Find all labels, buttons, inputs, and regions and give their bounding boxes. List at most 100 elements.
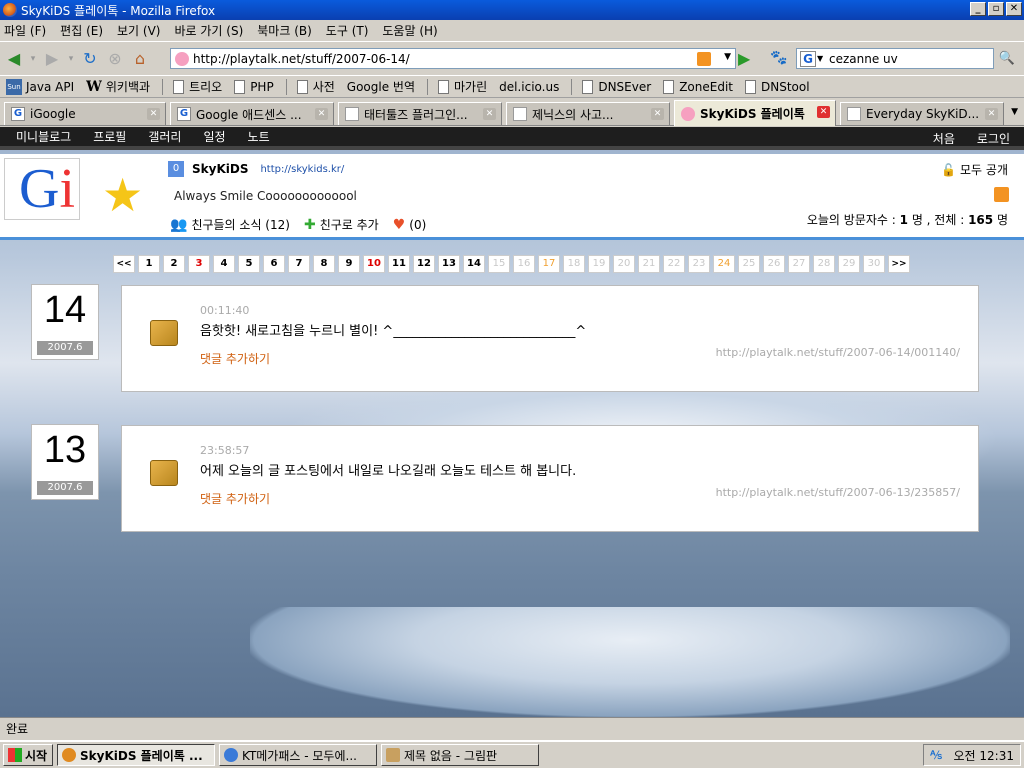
pager-day[interactable]: 9 [338, 255, 360, 273]
forward-arrow-icon[interactable]: ▶ [41, 48, 63, 70]
friends-news-link[interactable]: 👥 친구들의 소식 (12) [170, 216, 290, 233]
tab-skykids-playtalk[interactable]: SkyKiDS 플레이톡 ✕ [674, 100, 836, 126]
bookmark-php[interactable]: PHP [234, 79, 274, 94]
tab-close-icon[interactable]: ✕ [483, 108, 496, 120]
bookmark-wikipedia[interactable]: W 위키백과 [86, 78, 150, 95]
pager-next[interactable]: >> [888, 255, 910, 273]
tab-everyday-skykids[interactable]: Everyday SkyKiD... ✕ [840, 102, 1004, 125]
search-magnifier-icon[interactable]: 🔍 [996, 48, 1018, 69]
go-arrow-icon[interactable]: ▶ [738, 49, 750, 68]
tab-close-icon[interactable]: ✕ [315, 108, 328, 120]
pager-day[interactable]: 8 [313, 255, 335, 273]
profile-motto: Always Smile Cooooooooooool [174, 189, 357, 203]
bookmark-delicious[interactable]: del.icio.us [499, 80, 559, 94]
pager-day[interactable]: 2 [163, 255, 185, 273]
nav-home[interactable]: 처음 [933, 130, 955, 147]
post-permalink[interactable]: http://playtalk.net/stuff/2007-06-14/001… [716, 346, 960, 359]
pager-day[interactable]: 17 [538, 255, 560, 273]
bookmark-dictionary[interactable]: 사전 [296, 78, 335, 95]
like-button[interactable]: ♥ (0) [393, 217, 427, 233]
nav-schedule[interactable]: 일정 [203, 128, 225, 145]
pager-day[interactable]: 6 [263, 255, 285, 273]
reload-icon[interactable]: ↻ [79, 48, 101, 70]
home-icon[interactable]: ⌂ [129, 48, 151, 70]
tab-close-icon[interactable]: ✕ [817, 106, 830, 118]
bookmark-dnsever[interactable]: DNSEver [582, 79, 651, 94]
search-input[interactable]: G ▼ cezanne uv [796, 48, 994, 69]
pager-prev[interactable]: << [113, 255, 135, 273]
back-dropdown-icon[interactable]: ▾ [28, 48, 38, 70]
pager-day[interactable]: 14 [463, 255, 485, 273]
privacy-setting[interactable]: 🔓 모두 공개 [941, 161, 1008, 178]
pager-day[interactable]: 4 [213, 255, 235, 273]
add-friend-button[interactable]: ✚ 친구로 추가 [304, 216, 379, 233]
taskbar-item-ie[interactable]: KT메가패스 - 모두에... [219, 744, 377, 766]
url-dropdown-icon[interactable]: ▼ [724, 52, 731, 62]
nav-miniblog[interactable]: 미니블로그 [16, 128, 71, 145]
start-button[interactable]: 시작 [3, 744, 53, 766]
tab-tattertools-plugin[interactable]: 태터툴즈 플러그인... ✕ [338, 102, 502, 125]
tab-close-icon[interactable]: ✕ [985, 108, 998, 120]
url-bar[interactable]: http://playtalk.net/stuff/2007-06-14/ ▼ [170, 48, 736, 69]
tab-close-icon[interactable]: ✕ [147, 108, 160, 120]
minimize-button[interactable]: _ [970, 2, 986, 16]
tab-google-adsense[interactable]: G Google 애드센스 ... ✕ [170, 102, 334, 125]
post-permalink[interactable]: http://playtalk.net/stuff/2007-06-13/235… [716, 486, 960, 499]
bookmark-dnstool[interactable]: DNStool [744, 79, 810, 94]
close-button[interactable]: ✕ [1006, 2, 1022, 16]
paw-icon[interactable]: 🐾 [770, 50, 787, 66]
bookmark-zoneedit[interactable]: ZoneEdit [663, 79, 733, 94]
nav-login[interactable]: 로그인 [977, 130, 1010, 147]
pager-day[interactable]: 24 [713, 255, 735, 273]
tab-igoogle[interactable]: GiGoogle ✕ [4, 102, 166, 125]
paint-icon [386, 748, 400, 762]
pager-day[interactable]: 7 [288, 255, 310, 273]
taskbar-item-firefox[interactable]: SkyKiDS 플레이톡 ... [57, 744, 215, 766]
search-engine-dropdown-icon[interactable]: ▼ [817, 54, 823, 63]
pager-day: 26 [763, 255, 785, 273]
back-arrow-icon[interactable]: ◀ [3, 48, 25, 70]
tab-list-dropdown-icon[interactable]: ▼ [1011, 107, 1018, 117]
restore-button[interactable]: ▫ [988, 2, 1004, 16]
profile-name[interactable]: SkyKiDS [192, 162, 248, 176]
pager-day[interactable]: 1 [138, 255, 160, 273]
nav-gallery[interactable]: 갤러리 [148, 128, 181, 145]
site-navigation: 미니블로그 프로필 갤러리 일정 노트 처음 로그인 [0, 127, 1024, 150]
pager-day[interactable]: 3 [188, 255, 210, 273]
menu-edit[interactable]: 편집 (E) [60, 22, 103, 39]
menu-file[interactable]: 파일 (F) [4, 22, 46, 39]
pager-day[interactable]: 12 [413, 255, 435, 273]
pager-day[interactable]: 5 [238, 255, 260, 273]
ime-icon[interactable]: ⅍ [930, 748, 942, 762]
bookmark-google-translate[interactable]: Google 번역 [347, 78, 415, 95]
pager-day: 25 [738, 255, 760, 273]
menu-tools[interactable]: 도구 (T) [326, 22, 369, 39]
stop-icon[interactable]: ⊗ [104, 48, 126, 70]
pager-day[interactable]: 10 [363, 255, 385, 273]
bookmark-magarin[interactable]: 마가린 [438, 78, 487, 95]
taskbar-item-paint[interactable]: 제목 없음 - 그림판 [381, 744, 539, 766]
nav-profile[interactable]: 프로필 [93, 128, 126, 145]
forward-dropdown-icon[interactable]: ▾ [66, 48, 76, 70]
menu-go[interactable]: 바로 가기 (S) [174, 22, 243, 39]
add-comment-link[interactable]: 댓글 추가하기 [200, 490, 270, 507]
pager-day[interactable]: 11 [388, 255, 410, 273]
nav-notes[interactable]: 노트 [248, 128, 270, 145]
profile-url[interactable]: http://skykids.kr/ [260, 164, 344, 175]
menu-help[interactable]: 도움말 (H) [382, 22, 437, 39]
pager-day[interactable]: 13 [438, 255, 460, 273]
page-icon [513, 107, 527, 121]
google-search-engine-icon[interactable]: G [800, 51, 816, 67]
menu-bookmarks[interactable]: 북마크 (B) [257, 22, 312, 39]
add-comment-link[interactable]: 댓글 추가하기 [200, 350, 270, 367]
feed-icon[interactable] [697, 52, 711, 66]
privacy-label: 모두 공개 [960, 163, 1008, 177]
tab-jenix[interactable]: 제닉스의 사고... ✕ [506, 102, 670, 125]
rss-icon[interactable] [994, 187, 1009, 202]
bookmark-java-api[interactable]: Sun Java API [6, 78, 74, 95]
profile-image[interactable]: Gi [4, 158, 80, 220]
tab-close-icon[interactable]: ✕ [651, 108, 664, 120]
bookmark-trio[interactable]: 트리오 [173, 78, 222, 95]
pager-day: 15 [488, 255, 510, 273]
menu-view[interactable]: 보기 (V) [117, 22, 160, 39]
